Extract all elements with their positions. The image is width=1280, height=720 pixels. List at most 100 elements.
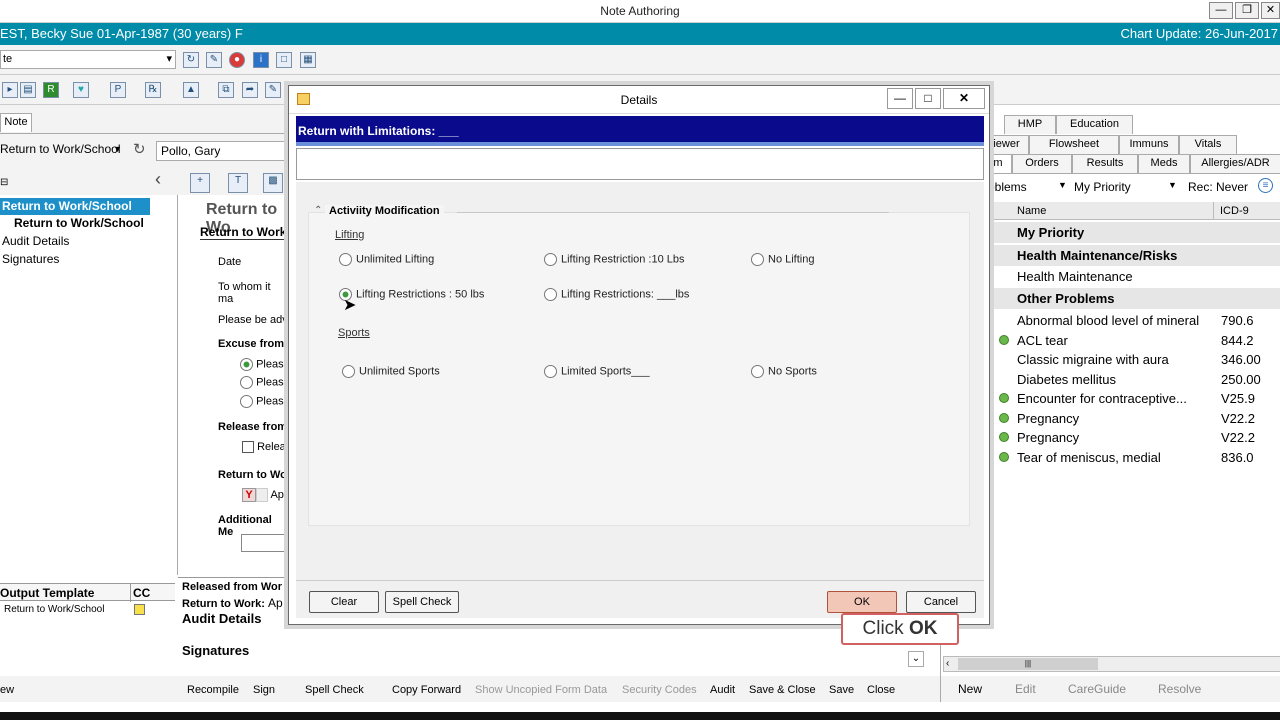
lifting-custom-option[interactable]: Lifting Restrictions: ___lbs xyxy=(544,288,689,301)
add-text-icon[interactable]: T xyxy=(228,173,248,193)
excuse-option[interactable]: Pleas xyxy=(240,376,284,389)
tab-flowsheet[interactable]: Flowsheet xyxy=(1029,135,1119,154)
ok-button[interactable]: OK xyxy=(827,591,897,613)
problem-row[interactable]: Diabetes mellitus 250.00 xyxy=(991,370,1280,390)
group-my-priority[interactable]: My Priority xyxy=(991,222,1280,243)
problem-row[interactable]: Pregnancy V22.2 xyxy=(991,428,1280,448)
save-button[interactable]: Save xyxy=(829,684,854,696)
tab-allergies[interactable]: Allergies/ADR xyxy=(1190,154,1280,173)
tree-item-section[interactable]: Return to Work/School xyxy=(14,216,144,230)
excuse-option[interactable]: Pleas xyxy=(240,358,284,371)
radio[interactable] xyxy=(544,253,557,266)
additional-input[interactable] xyxy=(241,534,291,552)
lifting-10-option[interactable]: Lifting Restriction :10 Lbs xyxy=(544,253,685,266)
resolve-button[interactable]: Resolve xyxy=(1158,682,1201,696)
tab-vitals[interactable]: Vitals xyxy=(1179,135,1237,154)
careguide-button[interactable]: CareGuide xyxy=(1068,682,1126,696)
edit-button[interactable]: Edit xyxy=(1015,682,1036,696)
collapse-icon[interactable]: ⊟ xyxy=(0,177,8,188)
health-maintenance-item[interactable]: Health Maintenance xyxy=(1017,269,1133,284)
tab-viewer[interactable]: iewer xyxy=(984,135,1029,154)
save-close-button[interactable]: Save & Close xyxy=(749,684,816,696)
col-name[interactable]: Name xyxy=(1017,205,1046,217)
tab-meds[interactable]: Meds xyxy=(1138,154,1190,173)
alert-icon[interactable]: ● xyxy=(229,52,245,68)
vitals-icon[interactable]: ♥ xyxy=(73,82,89,98)
new-button[interactable]: New xyxy=(958,682,982,696)
workspace-combo[interactable]: te ▾ xyxy=(0,50,176,69)
arrow-icon[interactable]: ▸ xyxy=(2,82,18,98)
chevron-left-icon[interactable]: ‹ xyxy=(946,658,949,669)
col-icd[interactable]: ICD-9 xyxy=(1220,205,1249,217)
radio[interactable] xyxy=(544,365,557,378)
rec-filter[interactable]: Rec: Never xyxy=(1188,180,1248,194)
unlimited-lifting-option[interactable]: Unlimited Lifting xyxy=(339,253,434,266)
problem-row[interactable]: Classic migraine with aura 346.00 xyxy=(991,350,1280,370)
chevron-up-icon[interactable]: ⌃ xyxy=(314,205,322,216)
scroll-thumb[interactable]: ||| xyxy=(958,658,1098,670)
maximize-icon[interactable]: □ xyxy=(915,88,941,109)
calendar-icon[interactable]: ▦ xyxy=(300,52,316,68)
lab-flask-icon[interactable]: ▲ xyxy=(183,82,199,98)
radio[interactable] xyxy=(751,365,764,378)
tree-item-audit[interactable]: Audit Details xyxy=(2,234,69,248)
tab-immuns[interactable]: Immuns xyxy=(1119,135,1179,154)
cancel-button[interactable]: Cancel xyxy=(906,591,976,613)
no-lifting-option[interactable]: No Lifting xyxy=(751,253,814,266)
copy-icon[interactable]: ⧉ xyxy=(218,82,234,98)
cc-checkbox[interactable] xyxy=(134,604,145,615)
limitations-input[interactable] xyxy=(296,148,984,180)
output-row-label[interactable]: Return to Work/School xyxy=(4,604,104,615)
audit-button[interactable]: Audit xyxy=(710,684,735,696)
radio[interactable] xyxy=(544,288,557,301)
problems-filter[interactable]: roblems ▼ xyxy=(984,180,1067,194)
tab-hmp[interactable]: HMP xyxy=(1004,115,1056,134)
problem-row[interactable]: Pregnancy V22.2 xyxy=(991,409,1280,429)
release-option[interactable]: Relea xyxy=(242,441,286,454)
checkbox[interactable] xyxy=(242,441,254,454)
problem-row[interactable]: Tear of meniscus, medial 836.0 xyxy=(991,448,1280,468)
info-icon[interactable]: i xyxy=(253,52,269,68)
forward-icon[interactable]: ➦ xyxy=(242,82,258,98)
edit-icon[interactable]: ✎ xyxy=(206,52,222,68)
group-other-problems[interactable]: Other Problems xyxy=(991,288,1280,309)
r-icon[interactable]: R xyxy=(43,82,59,98)
problem-row[interactable]: ACL tear 844.2 xyxy=(991,331,1280,351)
radio[interactable] xyxy=(240,358,253,371)
sign-button[interactable]: Sign xyxy=(253,684,275,696)
group-health-maintenance[interactable]: Health Maintenance/Risks xyxy=(991,245,1280,266)
close-button[interactable]: Close xyxy=(867,684,895,696)
add-note-icon[interactable]: + xyxy=(190,173,210,193)
provider-field[interactable]: Pollo, Gary xyxy=(156,141,288,161)
problem-row[interactable]: Abnormal blood level of mineral 790.6 xyxy=(991,311,1280,331)
tab-note[interactable]: Note xyxy=(0,113,32,132)
radio[interactable] xyxy=(240,376,253,389)
refresh-icon[interactable]: ↻ xyxy=(133,140,146,158)
tab-results[interactable]: Results xyxy=(1072,154,1138,173)
p-icon[interactable]: P xyxy=(110,82,126,98)
window-icon[interactable]: □ xyxy=(276,52,292,68)
toggle-off[interactable] xyxy=(256,488,268,502)
radio[interactable] xyxy=(751,253,764,266)
spell-check-button[interactable]: Spell Check xyxy=(385,591,459,613)
chevron-down-icon[interactable]: ⌄ xyxy=(908,651,924,667)
security-codes-button[interactable]: Security Codes xyxy=(622,684,697,696)
radio[interactable] xyxy=(240,395,253,408)
excuse-option[interactable]: Pleas xyxy=(240,395,284,408)
copy-forward-button[interactable]: Copy Forward xyxy=(392,684,461,696)
tab-orders[interactable]: Orders xyxy=(1012,154,1072,173)
menu-icon[interactable]: ≡ xyxy=(1258,178,1273,193)
note-icon[interactable]: ✎ xyxy=(265,82,281,98)
minimize-icon[interactable]: — xyxy=(1209,2,1233,19)
spell-check-button[interactable]: Spell Check xyxy=(305,684,364,696)
return-option[interactable]: Y Ap xyxy=(242,488,284,502)
recompile-button[interactable]: Recompile xyxy=(187,684,239,696)
limited-sports-option[interactable]: Limited Sports___ xyxy=(544,365,650,378)
chevron-left-icon[interactable]: ‹ xyxy=(155,169,161,190)
priority-filter[interactable]: My Priority ▼ xyxy=(1074,180,1177,194)
show-uncopied-button[interactable]: Show Uncopied Form Data xyxy=(475,684,607,696)
horizontal-scrollbar[interactable]: ‹ ||| xyxy=(943,656,1280,672)
tab-education[interactable]: Education xyxy=(1056,115,1133,134)
chart-icon[interactable]: ▤ xyxy=(20,82,36,98)
unlimited-sports-option[interactable]: Unlimited Sports xyxy=(342,365,440,378)
